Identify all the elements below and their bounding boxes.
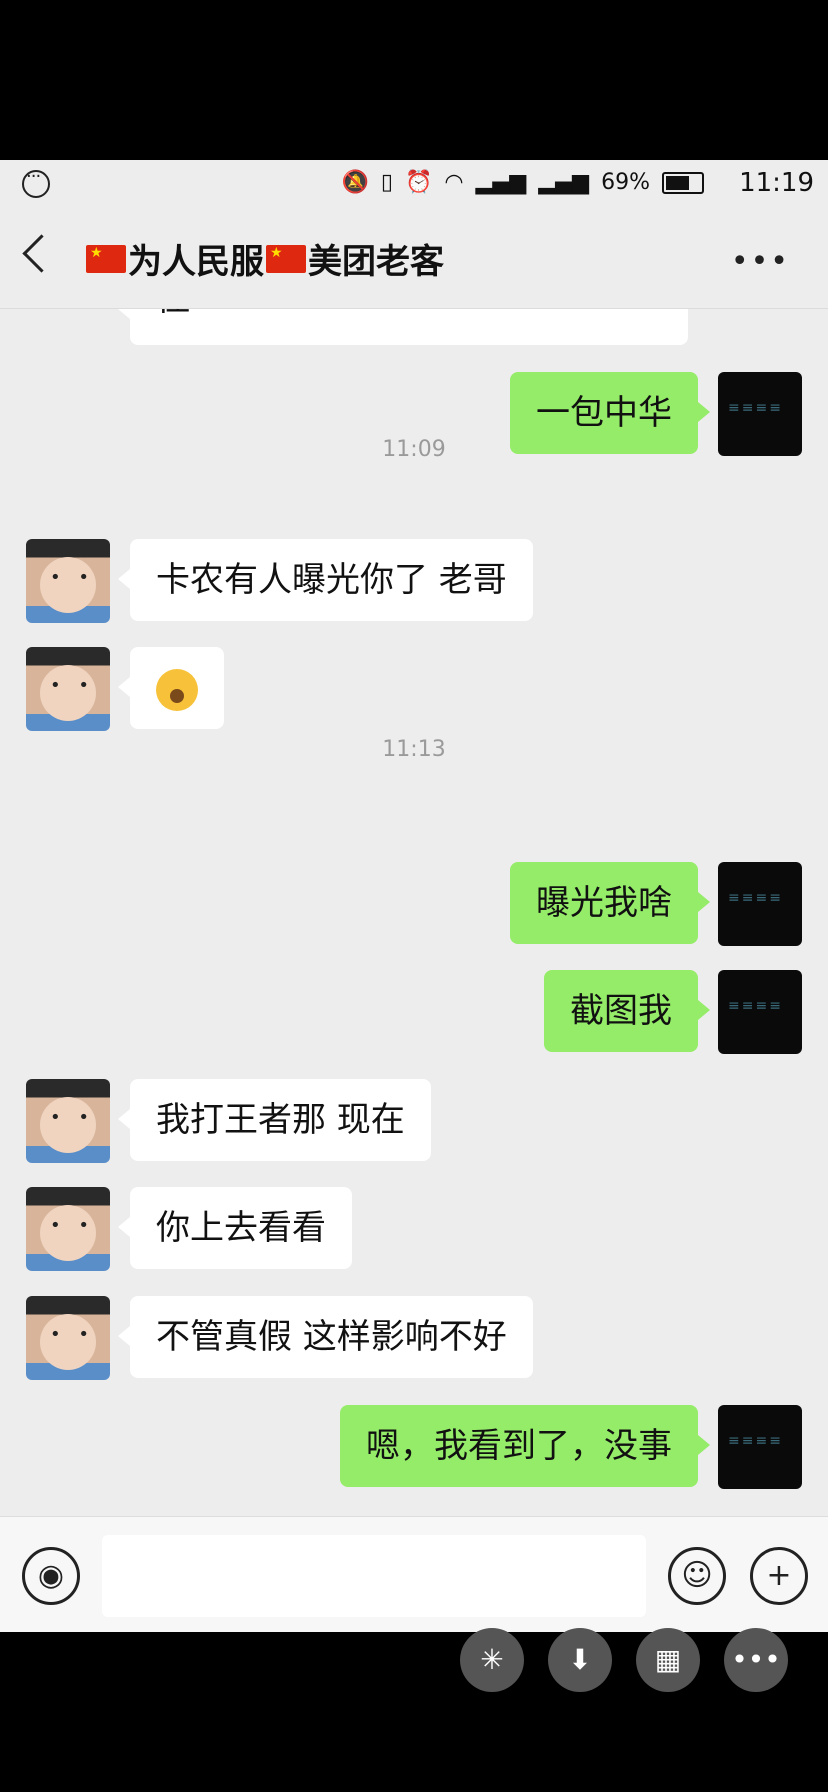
chat-title-part1: 为人民服 xyxy=(128,242,264,282)
contact-avatar[interactable] xyxy=(26,1296,110,1380)
download-icon[interactable]: ⬇ xyxy=(548,1628,612,1692)
status-bar: 🔕 ▯ ⏰ ◠ ▂▄▆ ▂▄▆ 69% 11:19 xyxy=(0,160,828,210)
my-avatar[interactable] xyxy=(718,1405,802,1489)
message-outgoing[interactable]: 截图我 xyxy=(544,970,710,1052)
my-avatar[interactable] xyxy=(718,970,802,1054)
contact-avatar[interactable] xyxy=(26,539,110,623)
message-text: 卡农有人曝光你了 老哥 xyxy=(156,560,507,600)
message-text: 一包中华 xyxy=(536,393,672,433)
emoji-icon[interactable]: ☺ xyxy=(668,1547,726,1605)
message-text: 你上去看看 xyxy=(156,1208,326,1248)
message-text: 我打王者那 现在 xyxy=(156,1100,405,1140)
chat-title-part2: 美团老客 xyxy=(308,242,444,282)
status-icons: 🔕 ▯ ⏰ ◠ ▂▄▆ ▂▄▆ 69% xyxy=(341,170,704,195)
wifi-icon: ◠ xyxy=(444,170,464,195)
message-text: 曝光我啥 xyxy=(536,883,672,923)
alarm-icon: ⏰ xyxy=(404,170,433,195)
more-dots-icon xyxy=(22,166,50,198)
chevron-left-icon[interactable] xyxy=(22,234,61,273)
mute-icon: 🔕 xyxy=(341,170,369,195)
message-incoming[interactable]: 你上去看看 xyxy=(118,1187,352,1269)
message-text: 嗯，我看到了，没事 xyxy=(366,1426,672,1466)
china-flag-icon xyxy=(86,244,126,273)
message-text: 不管真假 这样影响不好 xyxy=(156,1317,507,1357)
chat-header: 为人民服 美团老客 ••• xyxy=(0,210,828,309)
message-incoming[interactable]: 不管真假 这样影响不好 xyxy=(118,1296,533,1378)
message-incoming[interactable] xyxy=(118,647,224,729)
voice-icon[interactable]: ◉ xyxy=(22,1547,80,1605)
vibrate-off-icon: ▯ xyxy=(380,170,393,195)
contact-avatar[interactable] xyxy=(26,1079,110,1163)
timestamp: 11:13 xyxy=(382,737,446,762)
grid-icon[interactable]: ▦ xyxy=(636,1628,700,1692)
message-incoming[interactable]: 卡农有人曝光你了 老哥 xyxy=(118,539,533,621)
battery-fill xyxy=(666,175,689,190)
signal-icon: ▂▄▆ xyxy=(475,170,527,195)
chat-area[interactable]: 住 一包中华 11:09 卡农有人曝光你了 老哥 11:13 曝光我啥 截图我 … xyxy=(0,309,828,1516)
contact-avatar[interactable] xyxy=(26,647,110,731)
message-text: 住 xyxy=(156,309,190,319)
more-horizontal-icon[interactable]: ••• xyxy=(731,244,790,279)
my-avatar[interactable] xyxy=(718,862,802,946)
message-text: 截图我 xyxy=(570,991,672,1031)
top-black-bar xyxy=(0,0,828,160)
signal-icon: ▂▄▆ xyxy=(538,170,590,195)
pinwheel-icon[interactable]: ✳ xyxy=(460,1628,524,1692)
message-incoming[interactable]: 我打王者那 现在 xyxy=(118,1079,431,1161)
zipper-mouth-emoji-icon xyxy=(156,668,198,711)
status-time: 11:19 xyxy=(739,168,814,198)
message-outgoing[interactable]: 曝光我啥 xyxy=(510,862,710,944)
plus-icon[interactable]: + xyxy=(750,1547,808,1605)
chat-title: 为人民服 美团老客 xyxy=(84,234,444,283)
input-bar: ◉ ☺ + xyxy=(0,1516,828,1633)
china-flag-icon xyxy=(266,244,306,273)
more-dots-icon[interactable]: ••• xyxy=(724,1628,788,1692)
message-input[interactable] xyxy=(102,1535,646,1617)
timestamp: 11:09 xyxy=(382,437,446,462)
message-outgoing[interactable]: 嗯，我看到了，没事 xyxy=(340,1405,710,1487)
message-incoming[interactable]: 住 xyxy=(118,309,688,345)
contact-avatar[interactable] xyxy=(26,1187,110,1271)
battery-percent: 69% xyxy=(601,170,650,195)
battery-icon xyxy=(662,171,704,194)
bottom-black-bar xyxy=(0,1632,828,1792)
